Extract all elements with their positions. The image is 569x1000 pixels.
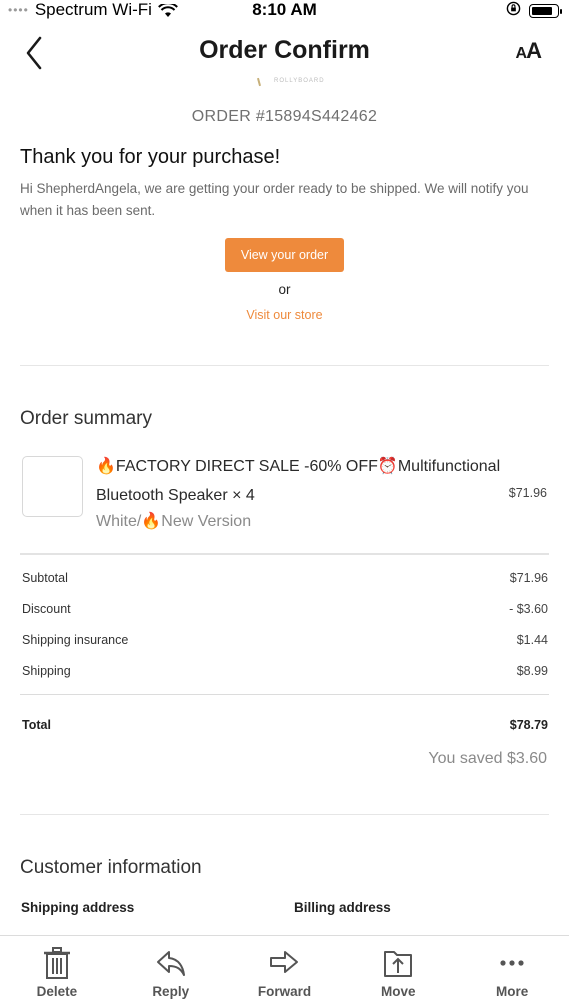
move-label: Move — [381, 984, 416, 999]
summary-row-total: Total $78.79 — [22, 718, 548, 732]
total-label: Total — [22, 718, 51, 732]
reply-button[interactable]: Reply — [114, 936, 228, 1000]
trash-icon — [43, 947, 70, 979]
status-time: 8:10 AM — [252, 0, 317, 19]
divider — [20, 694, 549, 695]
customer-info-title: Customer information — [20, 857, 202, 878]
move-button[interactable]: Move — [341, 936, 455, 1000]
summary-value: $71.96 — [509, 571, 548, 585]
visit-store-link[interactable]: Visit our store — [0, 308, 569, 322]
divider — [20, 553, 549, 555]
summary-value: $8.99 — [516, 664, 548, 678]
summary-label: Discount — [22, 602, 71, 616]
text-size-large: A — [526, 38, 542, 63]
view-order-button[interactable]: View your order — [225, 238, 344, 272]
delete-label: Delete — [36, 984, 78, 999]
forward-icon — [270, 951, 299, 973]
battery-icon — [529, 4, 562, 18]
status-bar: •••• Spectrum Wi-Fi 8:10 AM — [0, 0, 569, 20]
summary-label: Shipping — [22, 664, 71, 678]
nav-bar: Order Confirm AA — [0, 28, 569, 78]
intro-message: Hi ShepherdAngela, we are getting your o… — [20, 181, 529, 218]
summary-row-shipping-insurance: Shipping insurance $1.44 — [22, 633, 548, 647]
more-dots-icon — [500, 960, 524, 966]
product-name: 🔥FACTORY DIRECT SALE -60% OFF⏰Multifunct… — [96, 458, 501, 504]
reply-label: Reply — [152, 984, 190, 999]
summary-value: $1.44 — [516, 633, 548, 647]
forward-label: Forward — [257, 984, 312, 999]
thank-you-heading: Thank you for your purchase! — [20, 146, 281, 168]
lock-rotation-icon — [506, 1, 521, 21]
or-text: or — [278, 282, 291, 297]
page-title: Order Confirm — [199, 36, 370, 64]
divider — [20, 365, 549, 366]
more-button[interactable]: More — [455, 936, 569, 1000]
store-logo: ROLLYBOARD — [256, 77, 338, 88]
forward-button[interactable]: Forward — [228, 936, 342, 1000]
total-value: $78.79 — [509, 718, 548, 732]
reply-icon — [156, 951, 185, 976]
delete-button[interactable]: Delete — [0, 936, 114, 1000]
text-size-button[interactable]: AA — [515, 38, 542, 64]
status-right — [506, 1, 562, 21]
summary-row-shipping: Shipping $8.99 — [22, 664, 548, 678]
mail-toolbar: Delete Reply Forward Move More — [0, 935, 569, 1000]
product-price: $71.96 — [508, 486, 547, 500]
order-summary-title: Order summary — [20, 408, 152, 429]
summary-row-subtotal: Subtotal $71.96 — [22, 571, 548, 585]
billing-address-label: Billing address — [294, 900, 391, 915]
more-label: More — [495, 984, 529, 999]
order-number: ORDER #15894S442462 — [191, 108, 378, 125]
summary-label: Shipping insurance — [22, 633, 129, 647]
summary-row-discount: Discount - $3.60 — [22, 602, 548, 616]
product-thumbnail[interactable] — [22, 456, 83, 517]
product-variant: White/🔥New Version — [96, 513, 252, 530]
savings-text: You saved $3.60 — [428, 750, 547, 767]
move-folder-icon — [384, 951, 413, 977]
divider — [20, 814, 549, 815]
summary-label: Subtotal — [22, 571, 68, 585]
shipping-address-label: Shipping address — [21, 900, 135, 915]
summary-value: - $3.60 — [509, 602, 548, 616]
text-size-small: A — [515, 45, 528, 62]
